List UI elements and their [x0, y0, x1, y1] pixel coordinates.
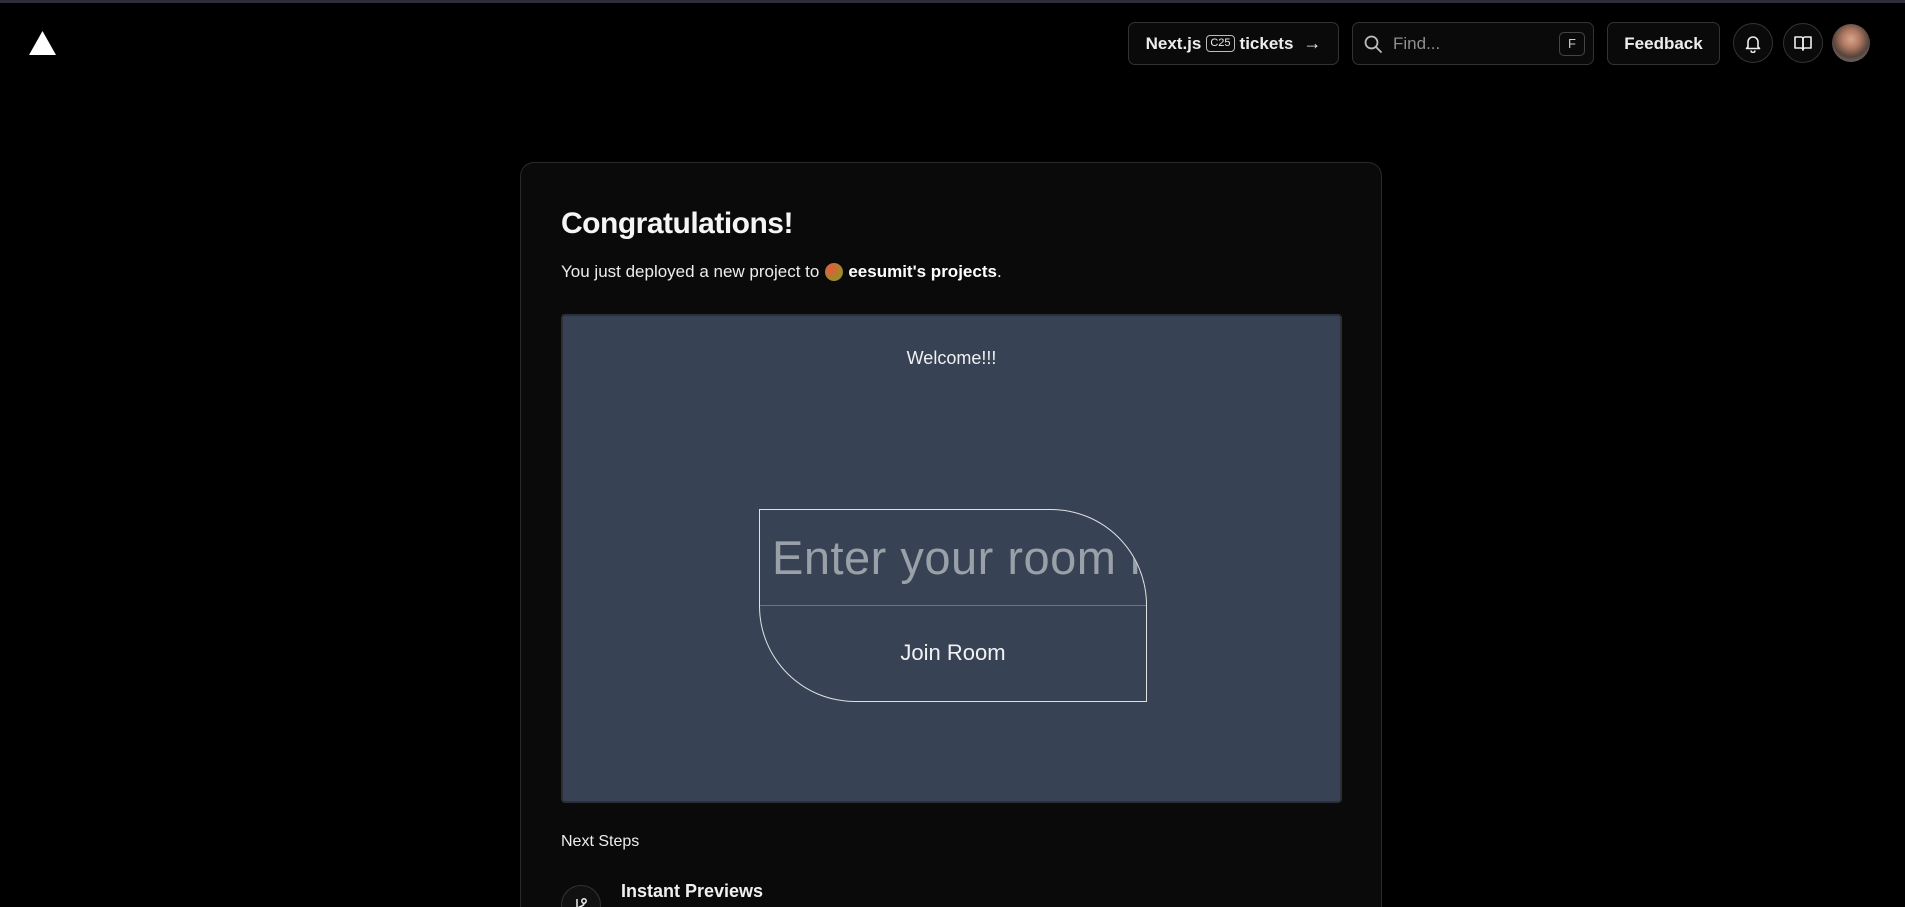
search-placeholder: Find...: [1393, 33, 1441, 53]
book-icon: [1794, 36, 1812, 51]
next-steps-heading: Next Steps: [561, 833, 640, 850]
nextjs-tickets-button[interactable]: Next.js C25 tickets →: [1128, 22, 1339, 65]
deployment-card: Congratulations! You just deployed a new…: [520, 162, 1382, 907]
team-avatar-icon: [825, 263, 844, 281]
top-accent-line: [0, 0, 1905, 3]
search-icon: [1364, 35, 1382, 53]
notifications-button[interactable]: [1733, 23, 1773, 63]
subtitle-suffix: .: [996, 262, 1002, 281]
search-shortcut-key: F: [1559, 31, 1585, 56]
git-branch-icon: [561, 885, 601, 907]
page-title: Congratulations!: [561, 207, 794, 240]
user-avatar[interactable]: [1832, 24, 1870, 62]
search-input[interactable]: Find... F: [1352, 22, 1594, 65]
deployment-preview[interactable]: Welcome!!! Enter your room id Join Room: [561, 314, 1342, 803]
tickets-label: tickets: [1239, 33, 1294, 53]
feedback-button[interactable]: Feedback: [1607, 22, 1720, 65]
preview-welcome-text: Welcome!!!: [906, 348, 997, 368]
bell-icon: [1745, 36, 1761, 53]
join-room-button[interactable]: Join Room: [759, 605, 1147, 702]
subtitle-prefix: You just deployed a new project to: [561, 262, 820, 281]
room-id-placeholder: Enter your room id: [772, 531, 1147, 584]
deploy-subtitle: You just deployed a new project to eesum…: [561, 262, 1002, 282]
nextjs-label: Next.js: [1145, 33, 1202, 53]
logo-triangle-icon[interactable]: [29, 31, 56, 55]
docs-button[interactable]: [1783, 23, 1823, 63]
room-id-input[interactable]: Enter your room id: [759, 509, 1147, 606]
team-name-link[interactable]: eesumit's projects: [848, 262, 997, 282]
arrow-right-icon: →: [1303, 33, 1322, 53]
step-instant-previews[interactable]: Instant Previews: [621, 881, 763, 902]
c25-badge: C25: [1206, 35, 1235, 52]
